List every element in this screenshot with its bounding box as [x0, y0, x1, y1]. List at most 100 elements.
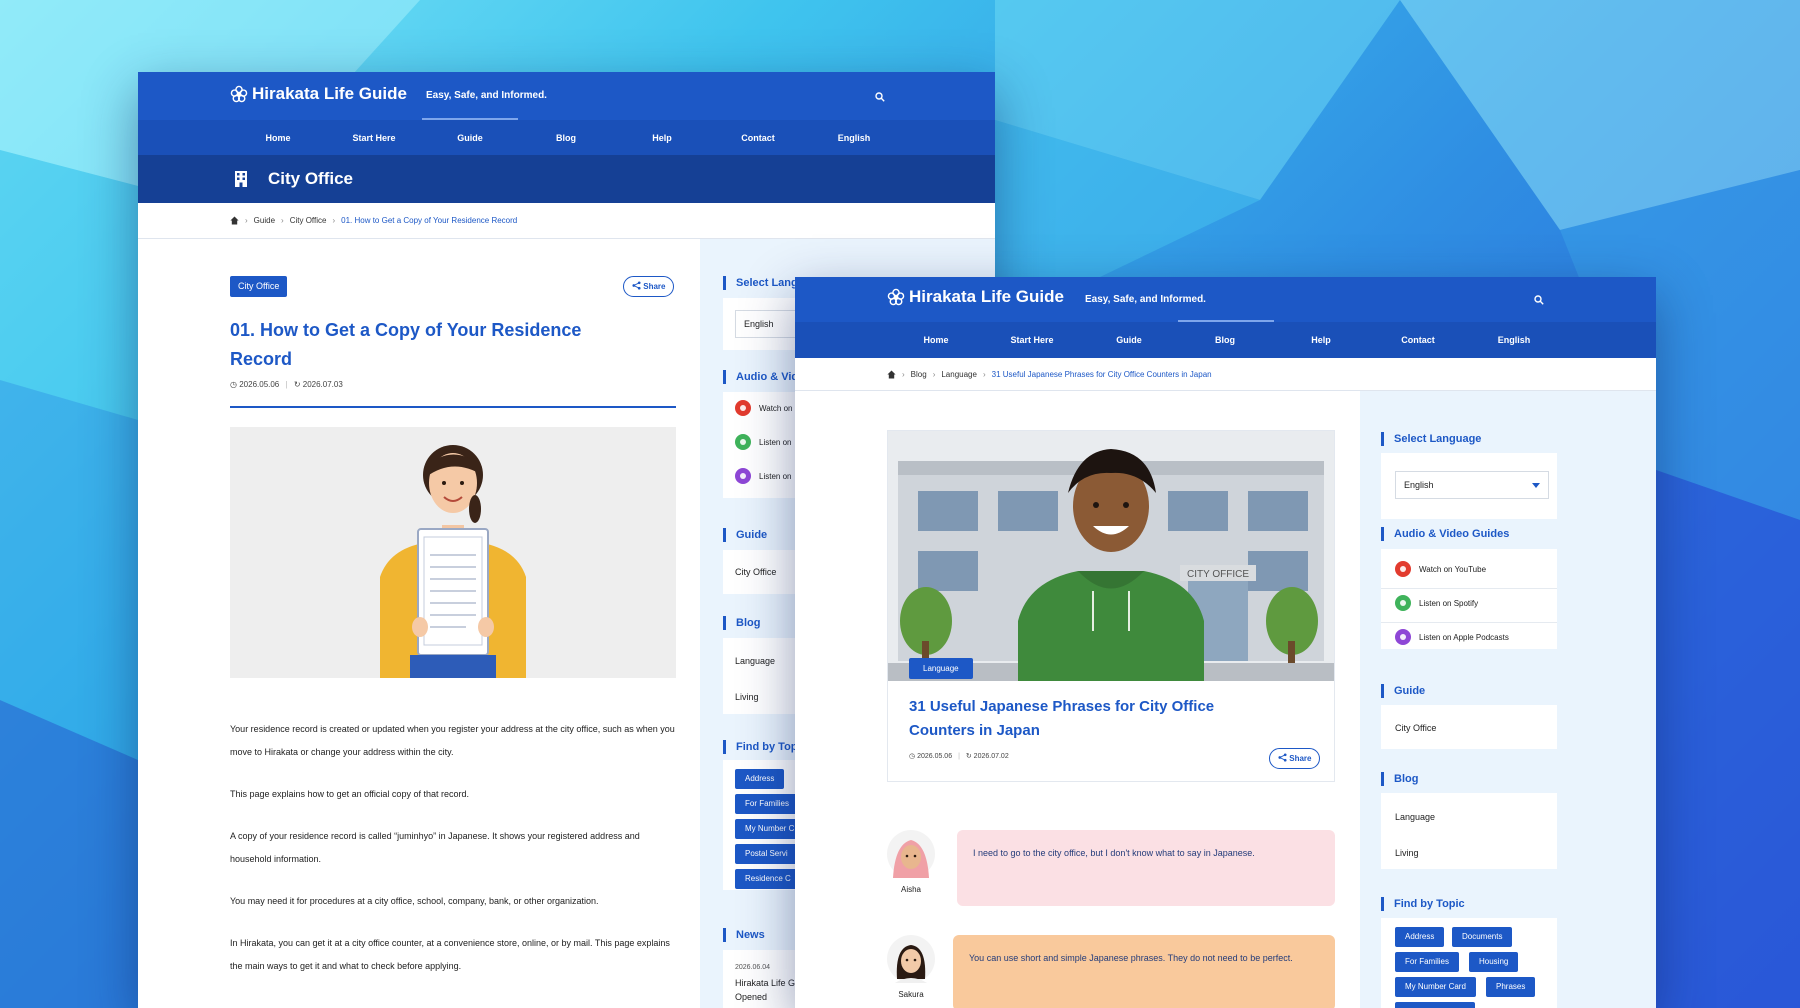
- spotify-icon: [1395, 595, 1411, 611]
- category-tag[interactable]: Language: [909, 658, 973, 679]
- article-paragraph: You may need it for procedures at a city…: [230, 896, 599, 906]
- sidebar-link-city-office[interactable]: City Office: [1395, 723, 1436, 733]
- podcasts-link[interactable]: Listen on: [735, 468, 791, 484]
- spotify-label: Listen on: [759, 437, 792, 447]
- search-button[interactable]: [1534, 292, 1544, 310]
- article-title-line2: Record: [230, 348, 293, 369]
- topic-my-number[interactable]: My Number C: [735, 819, 805, 839]
- topic-residence[interactable]: Residence C: [735, 869, 801, 889]
- published-date: 2026.05.06: [239, 380, 280, 389]
- sidebar-link-language[interactable]: Language: [1395, 812, 1435, 822]
- topic-families[interactable]: For Families: [1395, 952, 1460, 972]
- article-dates: ◷ 2026.05.06 | ↻ 2026.07.02: [909, 752, 1009, 760]
- youtube-label: Watch on: [759, 403, 793, 413]
- news-title-line2[interactable]: Opened: [735, 992, 767, 1002]
- nav-start-here[interactable]: Start Here: [352, 133, 395, 143]
- share-button[interactable]: Share: [623, 276, 675, 297]
- refresh-icon: ↻: [965, 753, 972, 760]
- breadcrumb-guide[interactable]: Guide: [254, 216, 275, 225]
- site-logo[interactable]: Hirakata Life Guide: [230, 84, 407, 104]
- sidebar-title-blog: Blog: [723, 616, 760, 630]
- youtube-label: Watch on YouTube: [1419, 564, 1487, 574]
- sidebar-link-living[interactable]: Living: [1395, 848, 1419, 858]
- nav-blog[interactable]: Blog: [1215, 335, 1235, 345]
- breadcrumb-separator: ›: [932, 369, 936, 379]
- site-tagline: Easy, Safe, and Informed.: [426, 90, 547, 101]
- category-tag[interactable]: City Office: [230, 276, 288, 297]
- sidebar-link-city-office[interactable]: City Office: [735, 567, 776, 577]
- topic-more[interactable]: [1395, 1002, 1475, 1008]
- nav-blog[interactable]: Blog: [556, 133, 576, 143]
- sidebar-title-topics: Find by Top: [723, 740, 798, 754]
- nav-language[interactable]: English: [1498, 335, 1531, 345]
- chevron-down-icon: [1532, 483, 1540, 488]
- breadcrumb-current: 31 Useful Japanese Phrases for City Offi…: [991, 369, 1212, 379]
- topic-phrases[interactable]: Phrases: [1486, 977, 1536, 997]
- hero-image-woman-holding-juminhyo: [230, 427, 676, 678]
- nav-contact[interactable]: Contact: [1401, 335, 1435, 345]
- share-button[interactable]: Share: [1269, 748, 1321, 769]
- youtube-link[interactable]: Watch on: [735, 400, 793, 416]
- avatar-sakura: [887, 935, 935, 983]
- article-title: 31 Useful Japanese Phrases for City Offi…: [909, 695, 1319, 743]
- sidebar-title-audio: Audio & Video Guides: [1381, 527, 1509, 541]
- search-button[interactable]: [875, 89, 885, 107]
- nav-home[interactable]: Home: [923, 335, 948, 345]
- youtube-icon: [1395, 561, 1411, 577]
- window-japanese-phrases: Hirakata Life Guide Easy, Safe, and Info…: [795, 277, 1656, 1008]
- nav-guide[interactable]: Guide: [457, 133, 483, 143]
- topic-documents[interactable]: Documents: [1452, 927, 1513, 947]
- breadcrumb-separator: ›: [982, 369, 986, 379]
- breadcrumb-language[interactable]: Language: [941, 370, 977, 379]
- podcasts-icon: [1395, 629, 1411, 645]
- article-paragraph: In Hirakata, you can get it at a city of…: [230, 938, 670, 971]
- row-divider: [1381, 622, 1557, 623]
- home-icon[interactable]: [887, 369, 896, 379]
- breadcrumb-blog[interactable]: Blog: [911, 370, 927, 379]
- breadcrumb-current: 01. How to Get a Copy of Your Residence …: [341, 216, 518, 225]
- breadcrumb-separator: ›: [332, 216, 336, 225]
- breadcrumb: › Guide › City Office › 01. How to Get a…: [138, 203, 995, 239]
- topic-address[interactable]: Address: [1395, 927, 1445, 947]
- article-paragraph: A copy of your residence record is calle…: [230, 831, 640, 864]
- language-select[interactable]: English: [1395, 471, 1549, 499]
- article-title-line1: 01. How to Get a Copy of Your Residence: [230, 320, 582, 340]
- youtube-link[interactable]: Watch on YouTube: [1395, 561, 1486, 577]
- home-icon[interactable]: [230, 216, 239, 225]
- nav-help[interactable]: Help: [1311, 335, 1331, 345]
- nav-guide[interactable]: Guide: [1116, 335, 1142, 345]
- spotify-link[interactable]: Listen on: [735, 434, 791, 450]
- breadcrumb: › Blog › Language › 31 Useful Japanese P…: [795, 358, 1656, 391]
- city-office-sign: CITY OFFICE: [1187, 569, 1249, 580]
- nav-language[interactable]: English: [838, 133, 871, 143]
- sidebar-title-blog: Blog: [1381, 772, 1418, 786]
- news-title-line1[interactable]: Hirakata Life G: [735, 978, 795, 988]
- topic-housing[interactable]: Housing: [1469, 952, 1519, 972]
- topic-families[interactable]: For Families: [735, 794, 800, 814]
- nav-start-here[interactable]: Start Here: [1010, 335, 1053, 345]
- podcasts-link[interactable]: Listen on Apple Podcasts: [1395, 629, 1509, 645]
- speech-bubble-aisha: I need to go to the city office, but I d…: [957, 830, 1335, 906]
- building-icon: [235, 171, 247, 187]
- site-logo[interactable]: Hirakata Life Guide: [887, 287, 1064, 307]
- site-name: Hirakata Life Guide: [252, 84, 407, 103]
- topic-my-number[interactable]: My Number Card: [1395, 977, 1476, 997]
- site-header: Hirakata Life Guide Easy, Safe, and Info…: [795, 277, 1656, 322]
- article-title-line1: 31 Useful Japanese Phrases for City Offi…: [909, 698, 1215, 715]
- article-title: 01. How to Get a Copy of Your Residence …: [230, 316, 670, 374]
- clock-icon: ◷: [230, 380, 237, 389]
- spotify-link[interactable]: Listen on Spotify: [1395, 595, 1478, 611]
- sidebar-link-language[interactable]: Language: [735, 656, 775, 666]
- avatar-aisha: [887, 830, 935, 878]
- nav-contact[interactable]: Contact: [741, 133, 775, 143]
- nav-help[interactable]: Help: [652, 133, 672, 143]
- podcasts-label: Listen on Apple Podcasts: [1419, 632, 1509, 642]
- nav-home[interactable]: Home: [265, 133, 290, 143]
- sidebar-link-living[interactable]: Living: [735, 692, 759, 702]
- published-date: 2026.05.06: [917, 753, 953, 760]
- topic-address[interactable]: Address: [735, 769, 785, 789]
- main-nav: Home Start Here Guide Blog Help Contact …: [795, 322, 1656, 358]
- date-divider: |: [285, 380, 288, 389]
- breadcrumb-city-office[interactable]: City Office: [290, 216, 327, 225]
- topic-postal[interactable]: Postal Servi: [735, 844, 798, 864]
